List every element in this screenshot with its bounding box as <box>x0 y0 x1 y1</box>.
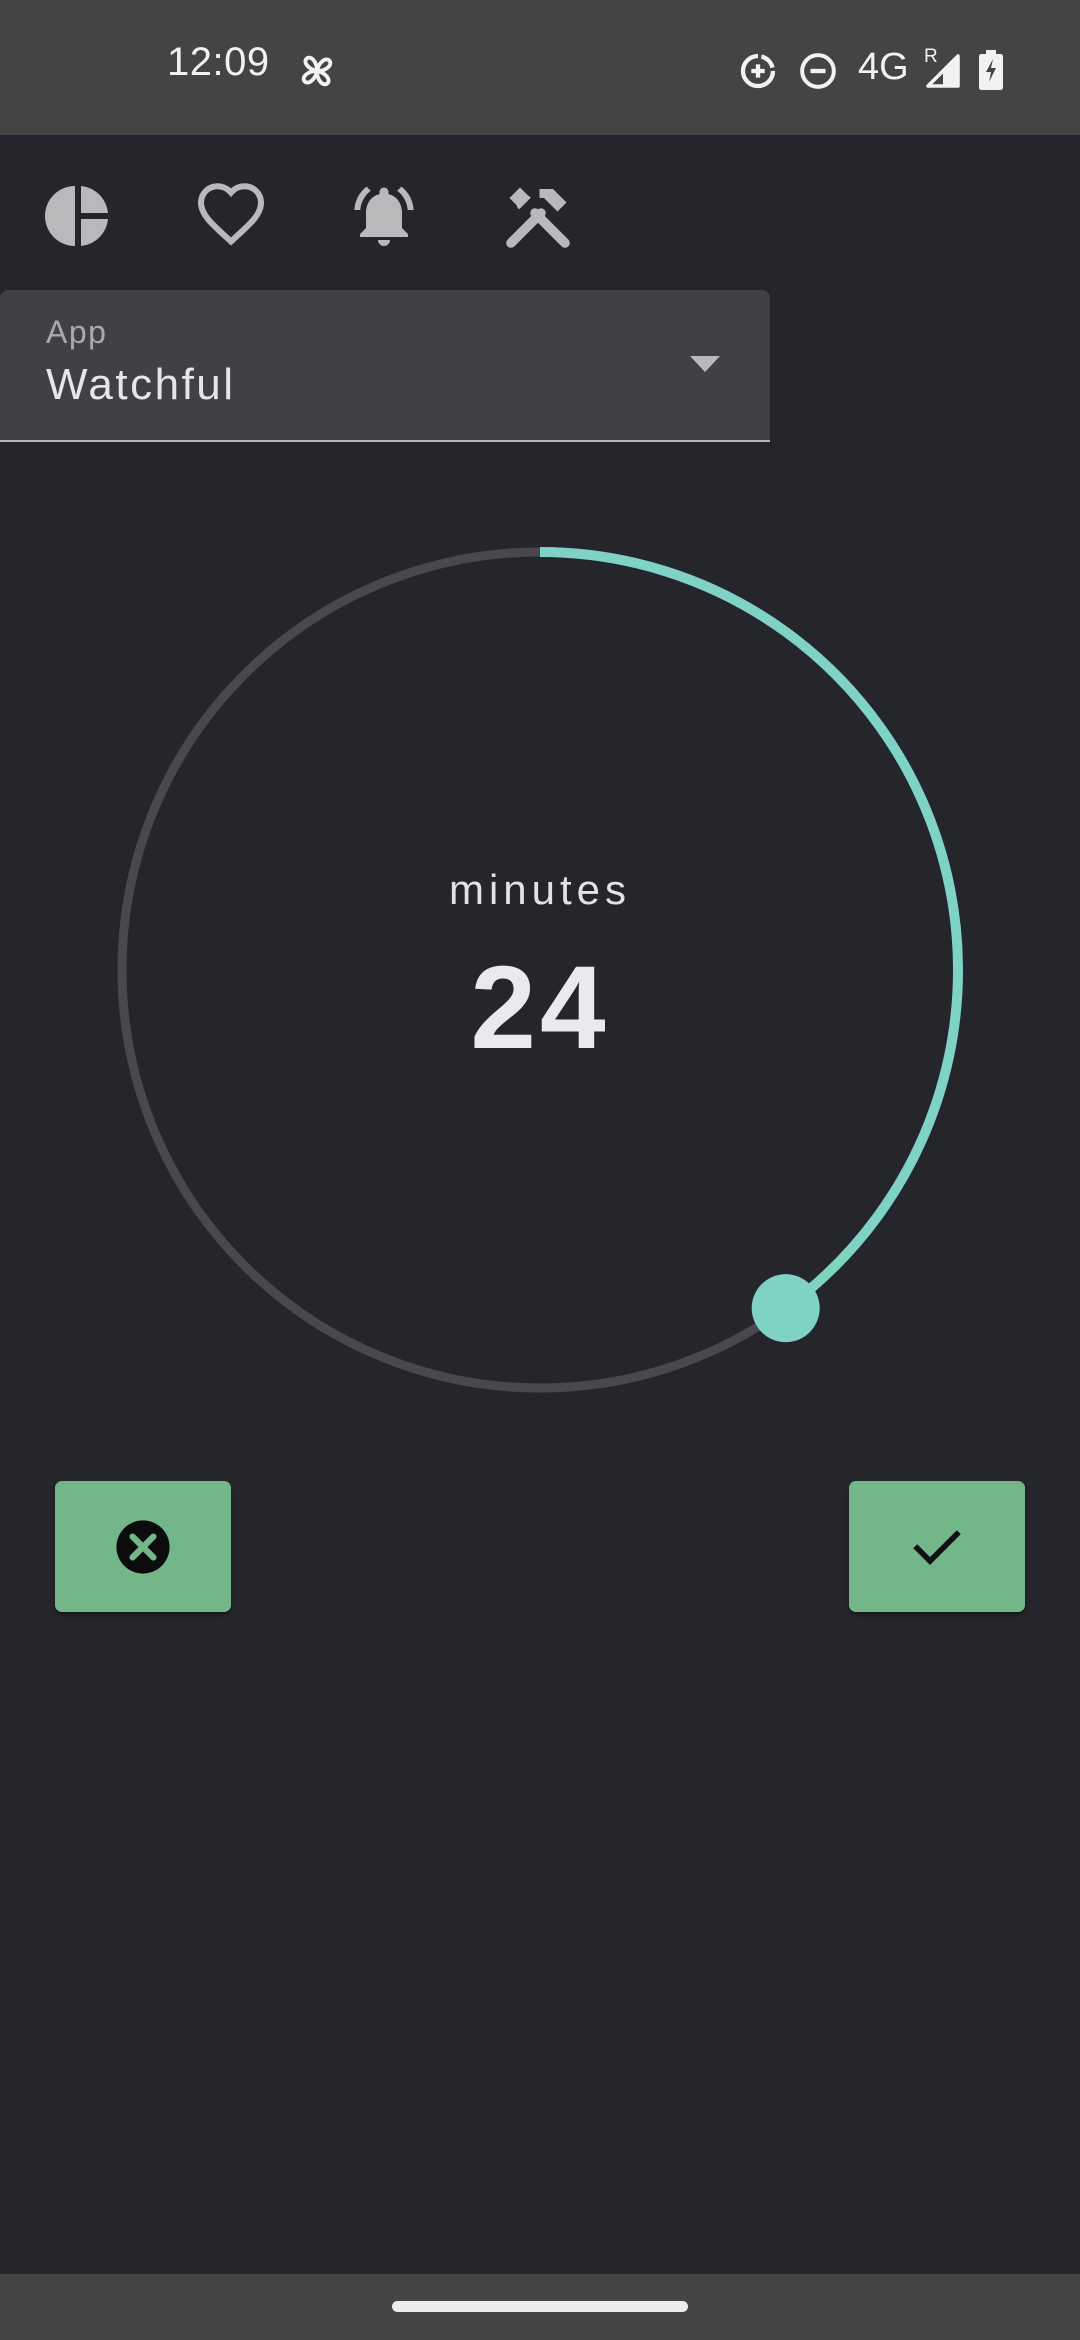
timer-unit-label: minutes <box>448 866 632 913</box>
home-indicator[interactable] <box>392 2301 688 2312</box>
bell-icon[interactable] <box>348 180 420 252</box>
close-circle-icon <box>116 1519 170 1574</box>
heart-icon[interactable] <box>195 180 267 252</box>
timer-progress-arc <box>539 547 963 1313</box>
data-saver-icon <box>740 53 776 89</box>
check-icon <box>913 1529 961 1565</box>
status-bar: 12:09 4G R <box>0 0 1080 135</box>
status-time: 12:09 <box>167 40 270 84</box>
timer-handle[interactable] <box>751 1274 820 1343</box>
dropdown-arrow-icon <box>690 356 720 372</box>
app-dropdown[interactable]: App Watchful <box>0 290 770 442</box>
tools-icon[interactable] <box>502 180 574 252</box>
app-dropdown-label: App <box>46 314 108 350</box>
cancel-button[interactable] <box>55 1481 231 1612</box>
do-not-disturb-icon <box>800 53 836 89</box>
navigation-bar <box>0 2274 1080 2340</box>
fan-icon <box>301 55 333 87</box>
network-type: 4G <box>858 46 909 88</box>
app-dropdown-value: Watchful <box>46 360 236 409</box>
timer-value: 24 <box>470 942 610 1074</box>
pie-chart-icon[interactable] <box>42 180 114 252</box>
battery-charging-icon <box>979 50 1003 90</box>
confirm-button[interactable] <box>849 1481 1025 1612</box>
signal-icon <box>926 54 960 88</box>
screen: 12:09 4G R App Watchful minutes 24 <box>0 0 1080 2340</box>
